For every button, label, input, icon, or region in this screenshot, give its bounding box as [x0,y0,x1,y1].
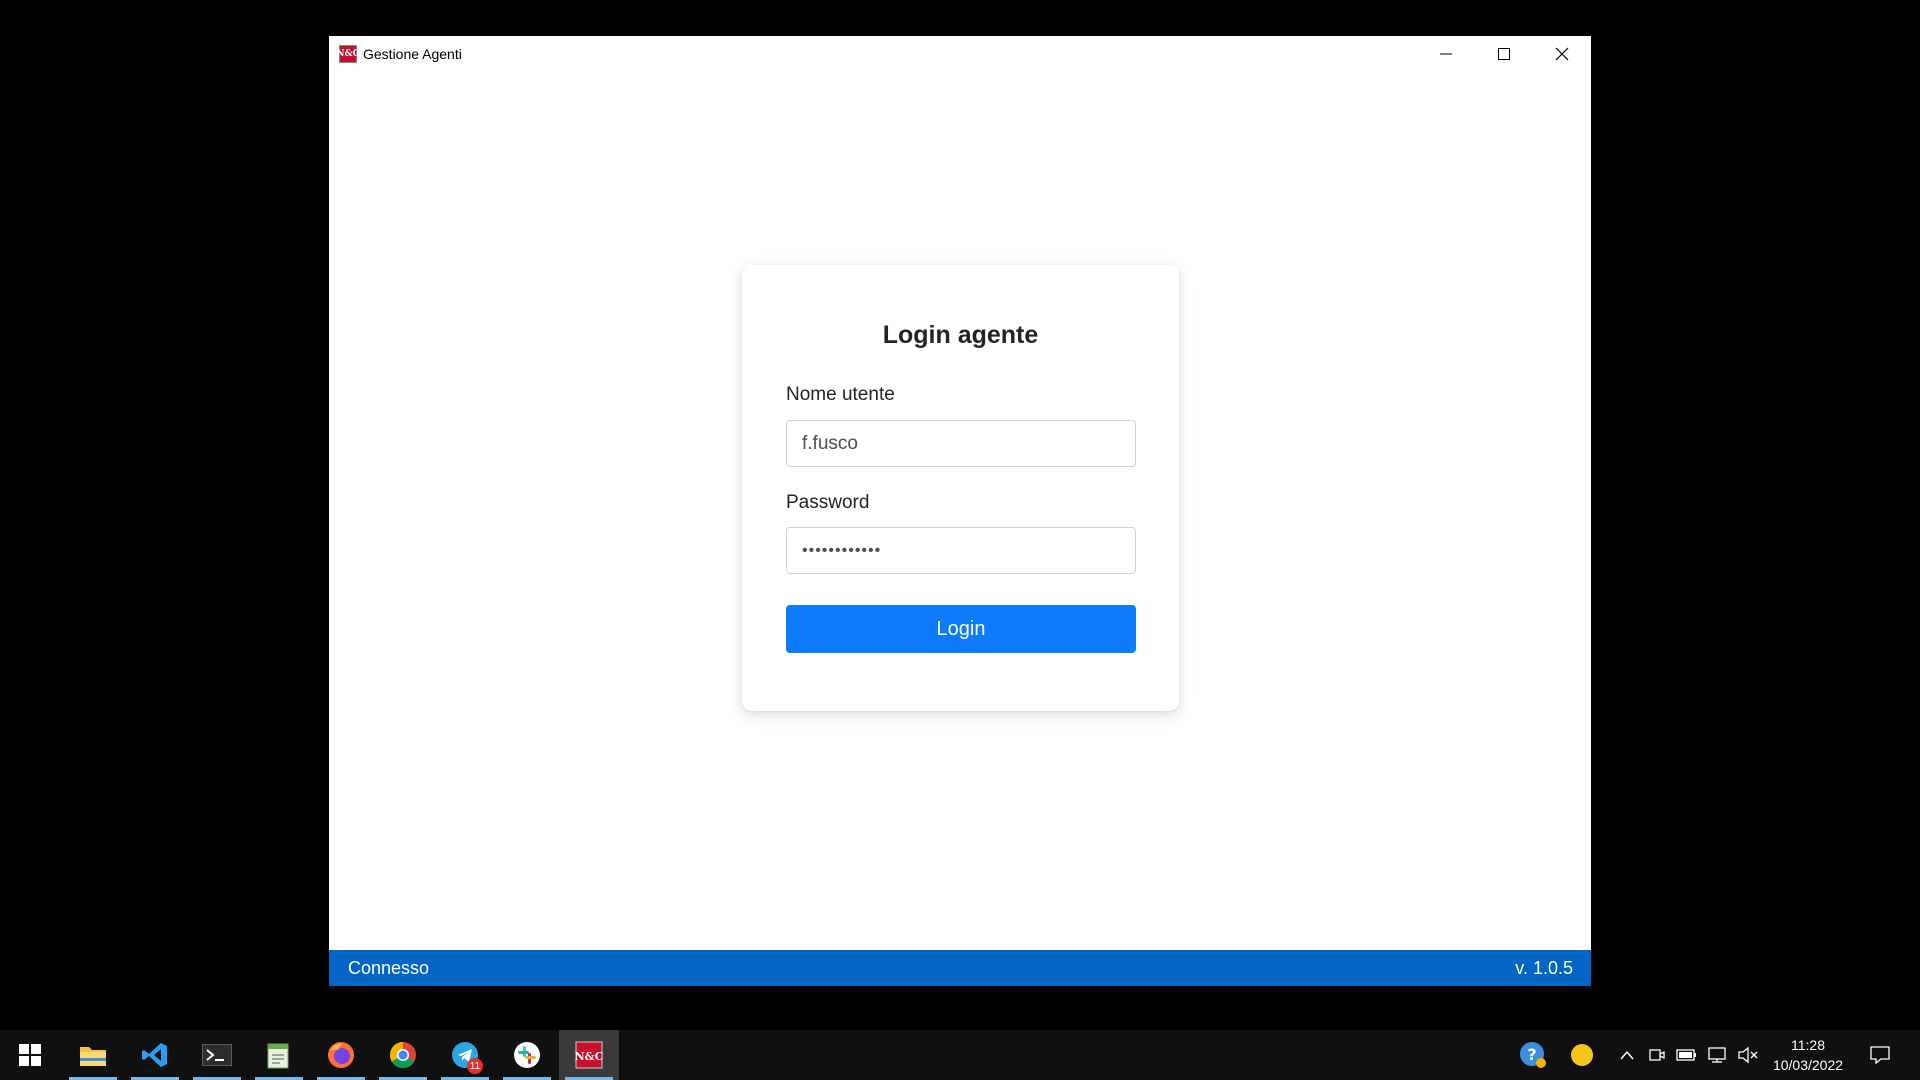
tray-network[interactable] [1704,1030,1732,1080]
notification-badge: 11 [467,1058,483,1074]
tray-volume[interactable] [1735,1030,1761,1080]
taskbar-vscode[interactable] [125,1030,185,1080]
app-logo-icon: N&C [336,45,360,63]
login-card: Login agente Nome utente f.fusco Passwor… [742,265,1179,711]
vscode-icon [142,1043,167,1067]
tray-action-center[interactable] [1862,1030,1898,1080]
maximize-button[interactable] [1475,36,1533,72]
taskbar-file-explorer[interactable] [63,1030,123,1080]
windows-start-icon [19,1044,41,1066]
help-icon: ? [1520,1042,1546,1068]
username-value: f.fusco [802,432,858,454]
tray-camera[interactable] [1645,1030,1669,1080]
battery-icon [1676,1049,1696,1061]
file-explorer-icon [80,1047,106,1066]
taskbar-telegram[interactable]: 11 [435,1030,495,1080]
chrome-icon [389,1041,416,1069]
taskbar: 11 N&C ? 11:28 10/03/2022 [0,1030,1920,1080]
svg-text:?: ? [1527,1045,1536,1064]
camera-icon [1649,1049,1665,1061]
username-label: Nome utente [786,384,895,405]
volume-muted-icon [1738,1046,1758,1064]
tray-show-hidden[interactable] [1616,1030,1638,1080]
username-input[interactable]: f.fusco [786,420,1136,467]
gestione-agenti-icon: N&C [575,1041,603,1069]
clock-date: 10/03/2022 [1772,1057,1844,1073]
chevron-up-icon [1620,1050,1634,1060]
network-icon [1708,1047,1726,1063]
title-bar[interactable]: N&C Gestione Agenti [329,36,1591,72]
login-title: Login agente [882,321,1039,349]
status-bar: Connesso v. 1.0.5 [329,950,1591,986]
window-controls [1417,36,1591,72]
start-button[interactable] [0,1030,60,1080]
taskbar-terminal[interactable] [187,1030,247,1080]
connection-status: Connesso [348,957,430,978]
firefox-icon [328,1042,354,1068]
app-logo-text: N&C [336,49,360,59]
tray-help[interactable]: ? [1516,1030,1550,1080]
taskbar-slack[interactable] [497,1030,557,1080]
password-value: •••••••••••• [802,541,882,559]
close-button[interactable] [1533,36,1591,72]
notepad-icon [267,1043,289,1069]
close-icon [1555,47,1569,61]
tray-battery[interactable] [1673,1030,1701,1080]
tray-status[interactable] [1565,1030,1599,1080]
slack-icon [514,1042,540,1068]
minimize-icon [1440,53,1452,55]
status-dot-icon [1571,1044,1593,1066]
maximize-icon [1498,48,1510,60]
taskbar-clock[interactable]: 11:28 10/03/2022 [1766,1035,1850,1075]
terminal-icon [202,1044,232,1066]
taskbar-gestione-agenti[interactable]: N&C [559,1030,619,1080]
clock-time: 11:28 [1791,1037,1825,1053]
svg-text:N&C: N&C [575,1050,603,1063]
app-window: N&C Gestione Agenti Login agente Nome ut… [329,36,1591,986]
taskbar-notepad[interactable] [249,1030,309,1080]
minimize-button[interactable] [1417,36,1475,72]
taskbar-firefox[interactable] [311,1030,371,1080]
login-button[interactable]: Login [786,605,1136,653]
password-input[interactable]: •••••••••••• [786,527,1136,574]
window-title: Gestione Agenti [363,46,462,62]
notifications-icon [1870,1046,1890,1065]
app-version: v. 1.0.5 [1515,957,1573,978]
taskbar-chrome[interactable] [373,1030,433,1080]
password-label: Password [786,492,870,513]
